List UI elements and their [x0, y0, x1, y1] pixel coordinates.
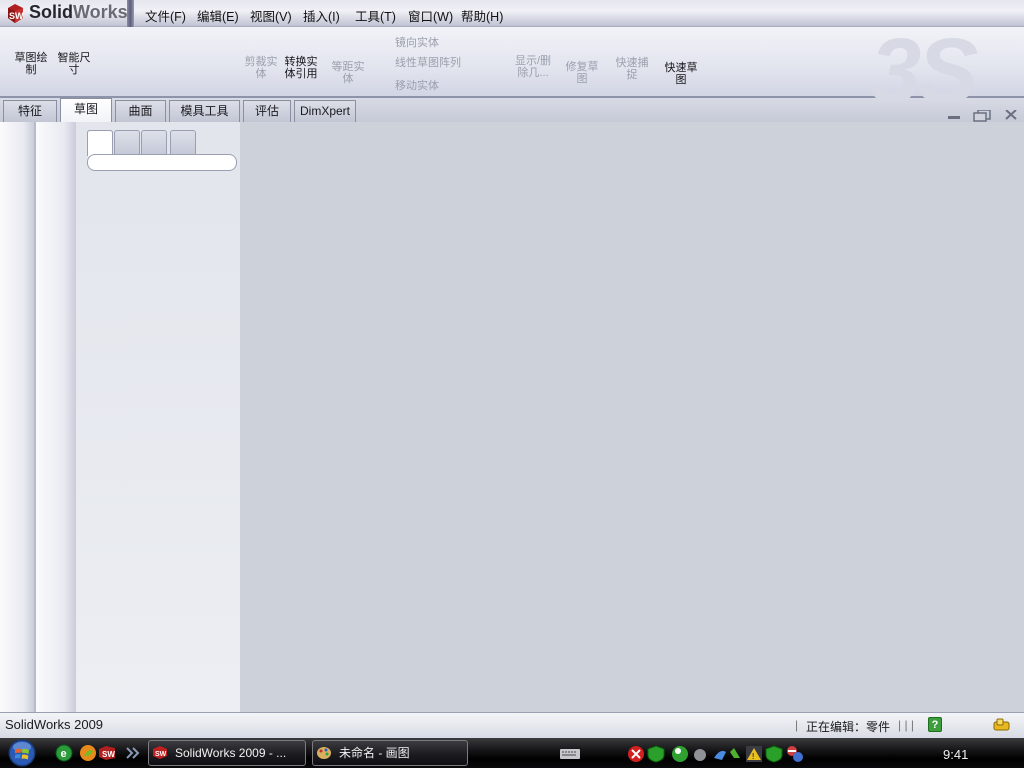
svg-text:!: !	[752, 752, 754, 761]
svg-text:e: e	[61, 748, 67, 760]
svg-text:SW: SW	[9, 11, 24, 21]
svg-text:SW: SW	[102, 750, 115, 759]
svg-text:SW: SW	[155, 751, 167, 758]
svg-text:9:41: 9:41	[943, 747, 968, 762]
